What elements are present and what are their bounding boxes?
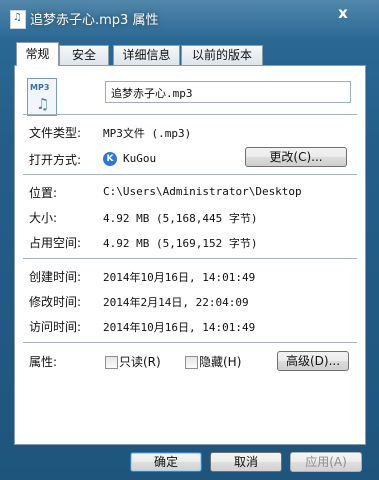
location-value: C:\Users\Administrator\Desktop [103,185,302,198]
size-label: 大小: [29,211,58,225]
advanced-button[interactable]: 高级(D)... [277,351,349,371]
cancel-button[interactable]: 取消 [210,452,282,472]
mp3-file-icon: MP3 ♫ [27,78,57,116]
file-name-field[interactable]: 追梦赤子心.mp3 [105,81,351,103]
music-note-icon: ♫ [36,95,50,113]
general-panel: MP3 ♫ 追梦赤子心.mp3 文件类型: MP3文件 (.mp3) 打开方式:… [14,65,366,445]
file-type-label: 文件类型: [29,126,82,140]
divider [23,342,357,343]
divider [23,174,357,175]
ok-button[interactable]: 确定 [130,452,202,472]
modified-value: 2014年2月14日, 22:04:09 [103,296,249,309]
file-name-value: 追梦赤子心.mp3 [111,87,193,100]
hidden-label[interactable]: 隐藏(H) [199,353,241,370]
open-with-app: KuGou [123,152,157,165]
tab-security[interactable]: 安全 [59,45,109,65]
window-title: 追梦赤子心.mp3 属性 [30,13,159,28]
audio-file-icon [10,10,26,29]
divider [23,114,357,115]
modified-label: 修改时间: [29,295,82,309]
kugou-app-icon: K [103,152,117,166]
tab-bar: 常规 安全 详细信息 以前的版本 [14,42,364,66]
size-on-disk-label: 占用空间: [29,236,82,250]
apply-button[interactable]: 应用(A) [290,452,362,472]
readonly-label[interactable]: 只读(R) [119,353,161,370]
close-button[interactable]: x [321,4,365,24]
accessed-value: 2014年10月16日, 14:01:49 [103,321,256,334]
size-value: 4.92 MB (5,168,445 字节) [103,212,258,225]
open-with-label: 打开方式: [29,153,82,167]
hidden-checkbox[interactable] [185,356,198,369]
file-type-value: MP3文件 (.mp3) [103,127,192,140]
size-on-disk-value: 4.92 MB (5,169,152 字节) [103,237,258,250]
location-label: 位置: [29,186,58,200]
created-label: 创建时间: [29,270,82,284]
tab-previous-versions[interactable]: 以前的版本 [181,45,263,65]
readonly-checkbox[interactable] [105,356,118,369]
title-bar: 追梦赤子心.mp3 属性 x [0,0,379,36]
attributes-label: 属性: [29,355,58,369]
file-icon-tag: MP3 [30,83,50,92]
created-value: 2014年10月16日, 14:01:49 [103,271,256,284]
divider [23,258,357,259]
tab-details[interactable]: 详细信息 [113,45,180,65]
tab-general[interactable]: 常规 [16,42,59,66]
change-button[interactable]: 更改(C)... [245,147,347,167]
accessed-label: 访问时间: [29,320,82,334]
